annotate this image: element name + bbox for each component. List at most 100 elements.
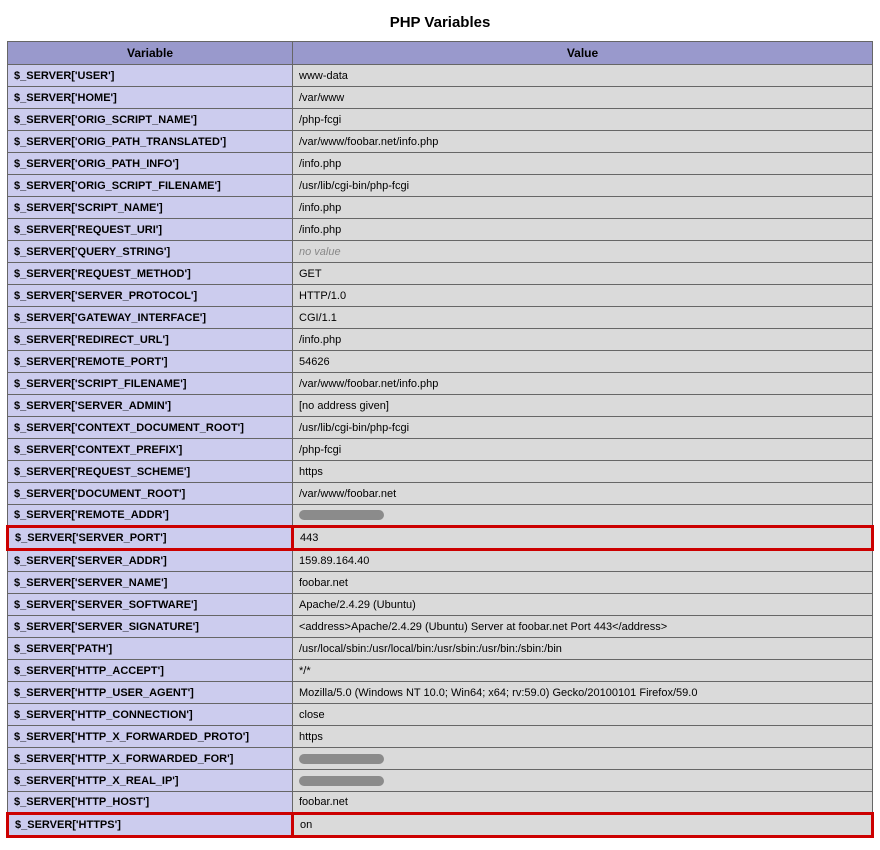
table-row: $_SERVER['HOME']/var/www [8, 87, 873, 109]
variable-value: 54626 [293, 351, 873, 373]
variable-name: $_SERVER['SERVER_ADMIN'] [8, 395, 293, 417]
table-row: $_SERVER['SCRIPT_FILENAME']/var/www/foob… [8, 373, 873, 395]
variable-name: $_SERVER['REMOTE_ADDR'] [8, 505, 293, 527]
variable-value: foobar.net [293, 792, 873, 814]
variable-name: $_SERVER['CONTEXT_DOCUMENT_ROOT'] [8, 417, 293, 439]
variable-name: $_SERVER['GATEWAY_INTERFACE'] [8, 307, 293, 329]
variable-value: HTTP/1.0 [293, 285, 873, 307]
table-row: $_SERVER['SERVER_PROTOCOL']HTTP/1.0 [8, 285, 873, 307]
table-row: $_SERVER['SERVER_PORT']443 [8, 527, 873, 550]
variable-value: */* [293, 660, 873, 682]
variable-value [293, 505, 873, 527]
variable-value: on [293, 814, 873, 837]
variable-name: $_SERVER['ORIG_SCRIPT_NAME'] [8, 109, 293, 131]
table-header-row: Variable Value [8, 42, 873, 65]
variable-value: [no address given] [293, 395, 873, 417]
table-row: $_SERVER['ORIG_PATH_TRANSLATED']/var/www… [8, 131, 873, 153]
table-row: $_SERVER['USER']www-data [8, 65, 873, 87]
variable-value: Mozilla/5.0 (Windows NT 10.0; Win64; x64… [293, 682, 873, 704]
variable-value: 443 [293, 527, 873, 550]
variable-name: $_SERVER['SERVER_SOFTWARE'] [8, 594, 293, 616]
variable-value: https [293, 726, 873, 748]
variable-value: /var/www/foobar.net/info.php [293, 131, 873, 153]
variable-value: /info.php [293, 219, 873, 241]
variable-name: $_SERVER['HTTP_X_FORWARDED_FOR'] [8, 748, 293, 770]
header-value: Value [293, 42, 873, 65]
variable-name: $_SERVER['HOME'] [8, 87, 293, 109]
variable-name: $_SERVER['HTTP_X_REAL_IP'] [8, 770, 293, 792]
table-row: $_SERVER['ORIG_PATH_INFO']/info.php [8, 153, 873, 175]
table-row: $_SERVER['SERVER_NAME']foobar.net [8, 572, 873, 594]
variable-value: /usr/lib/cgi-bin/php-fcgi [293, 175, 873, 197]
variable-name: $_SERVER['SERVER_NAME'] [8, 572, 293, 594]
table-row: $_SERVER['CONTEXT_PREFIX']/php-fcgi [8, 439, 873, 461]
variable-name: $_SERVER['SCRIPT_FILENAME'] [8, 373, 293, 395]
variable-value: <address>Apache/2.4.29 (Ubuntu) Server a… [293, 616, 873, 638]
variable-name: $_SERVER['HTTP_CONNECTION'] [8, 704, 293, 726]
table-row: $_SERVER['SERVER_SIGNATURE']<address>Apa… [8, 616, 873, 638]
variable-name: $_SERVER['HTTPS'] [8, 814, 293, 837]
table-row: $_SERVER['HTTP_CONNECTION']close [8, 704, 873, 726]
variable-value [293, 748, 873, 770]
variable-value: close [293, 704, 873, 726]
variable-name: $_SERVER['ORIG_PATH_INFO'] [8, 153, 293, 175]
variable-value: /php-fcgi [293, 439, 873, 461]
table-row: $_SERVER['HTTPS']on [8, 814, 873, 837]
variable-value: /info.php [293, 329, 873, 351]
variable-name: $_SERVER['REQUEST_SCHEME'] [8, 461, 293, 483]
variable-name: $_SERVER['SERVER_ADDR'] [8, 550, 293, 572]
variable-name: $_SERVER['ORIG_SCRIPT_FILENAME'] [8, 175, 293, 197]
table-row: $_SERVER['QUERY_STRING']no value [8, 241, 873, 263]
table-row: $_SERVER['REQUEST_METHOD']GET [8, 263, 873, 285]
table-row: $_SERVER['HTTP_X_REAL_IP'] [8, 770, 873, 792]
table-row: $_SERVER['HTTP_USER_AGENT']Mozilla/5.0 (… [8, 682, 873, 704]
table-row: $_SERVER['HTTP_X_FORWARDED_FOR'] [8, 748, 873, 770]
table-row: $_SERVER['REQUEST_SCHEME']https [8, 461, 873, 483]
page-title: PHP Variables [0, 0, 880, 41]
variable-name: $_SERVER['DOCUMENT_ROOT'] [8, 483, 293, 505]
variable-value: /usr/lib/cgi-bin/php-fcgi [293, 417, 873, 439]
table-row: $_SERVER['SERVER_ADDR']159.89.164.40 [8, 550, 873, 572]
redacted-value [299, 510, 384, 520]
variable-value: /var/www [293, 87, 873, 109]
table-row: $_SERVER['GATEWAY_INTERFACE']CGI/1.1 [8, 307, 873, 329]
variable-value: /info.php [293, 153, 873, 175]
variable-name: $_SERVER['SERVER_SIGNATURE'] [8, 616, 293, 638]
variable-value: foobar.net [293, 572, 873, 594]
table-row: $_SERVER['DOCUMENT_ROOT']/var/www/foobar… [8, 483, 873, 505]
variable-name: $_SERVER['HTTP_X_FORWARDED_PROTO'] [8, 726, 293, 748]
table-row: $_SERVER['ORIG_SCRIPT_NAME']/php-fcgi [8, 109, 873, 131]
variable-name: $_SERVER['REDIRECT_URL'] [8, 329, 293, 351]
table-row: $_SERVER['SERVER_ADMIN'][no address give… [8, 395, 873, 417]
variable-value: www-data [293, 65, 873, 87]
variable-value: /usr/local/sbin:/usr/local/bin:/usr/sbin… [293, 638, 873, 660]
table-row: $_SERVER['CONTEXT_DOCUMENT_ROOT']/usr/li… [8, 417, 873, 439]
variable-name: $_SERVER['SERVER_PROTOCOL'] [8, 285, 293, 307]
variable-value: /info.php [293, 197, 873, 219]
variable-name: $_SERVER['QUERY_STRING'] [8, 241, 293, 263]
variable-name: $_SERVER['PATH'] [8, 638, 293, 660]
table-row: $_SERVER['REQUEST_URI']/info.php [8, 219, 873, 241]
variable-value: CGI/1.1 [293, 307, 873, 329]
redacted-value [299, 754, 384, 764]
redacted-value [299, 776, 384, 786]
variable-value: /php-fcgi [293, 109, 873, 131]
table-row: $_SERVER['REMOTE_PORT']54626 [8, 351, 873, 373]
php-variables-table: Variable Value $_SERVER['USER']www-data$… [6, 41, 874, 838]
table-row: $_SERVER['REDIRECT_URL']/info.php [8, 329, 873, 351]
variable-value [293, 770, 873, 792]
variable-value: no value [293, 241, 873, 263]
table-row: $_SERVER['HTTP_HOST']foobar.net [8, 792, 873, 814]
variable-name: $_SERVER['ORIG_PATH_TRANSLATED'] [8, 131, 293, 153]
table-row: $_SERVER['REMOTE_ADDR'] [8, 505, 873, 527]
variable-value: /var/www/foobar.net/info.php [293, 373, 873, 395]
variable-value: Apache/2.4.29 (Ubuntu) [293, 594, 873, 616]
variable-value: /var/www/foobar.net [293, 483, 873, 505]
variable-value: GET [293, 263, 873, 285]
variable-name: $_SERVER['HTTP_USER_AGENT'] [8, 682, 293, 704]
header-variable: Variable [8, 42, 293, 65]
variable-name: $_SERVER['HTTP_ACCEPT'] [8, 660, 293, 682]
variable-name: $_SERVER['USER'] [8, 65, 293, 87]
variable-name: $_SERVER['REMOTE_PORT'] [8, 351, 293, 373]
variable-value: 159.89.164.40 [293, 550, 873, 572]
